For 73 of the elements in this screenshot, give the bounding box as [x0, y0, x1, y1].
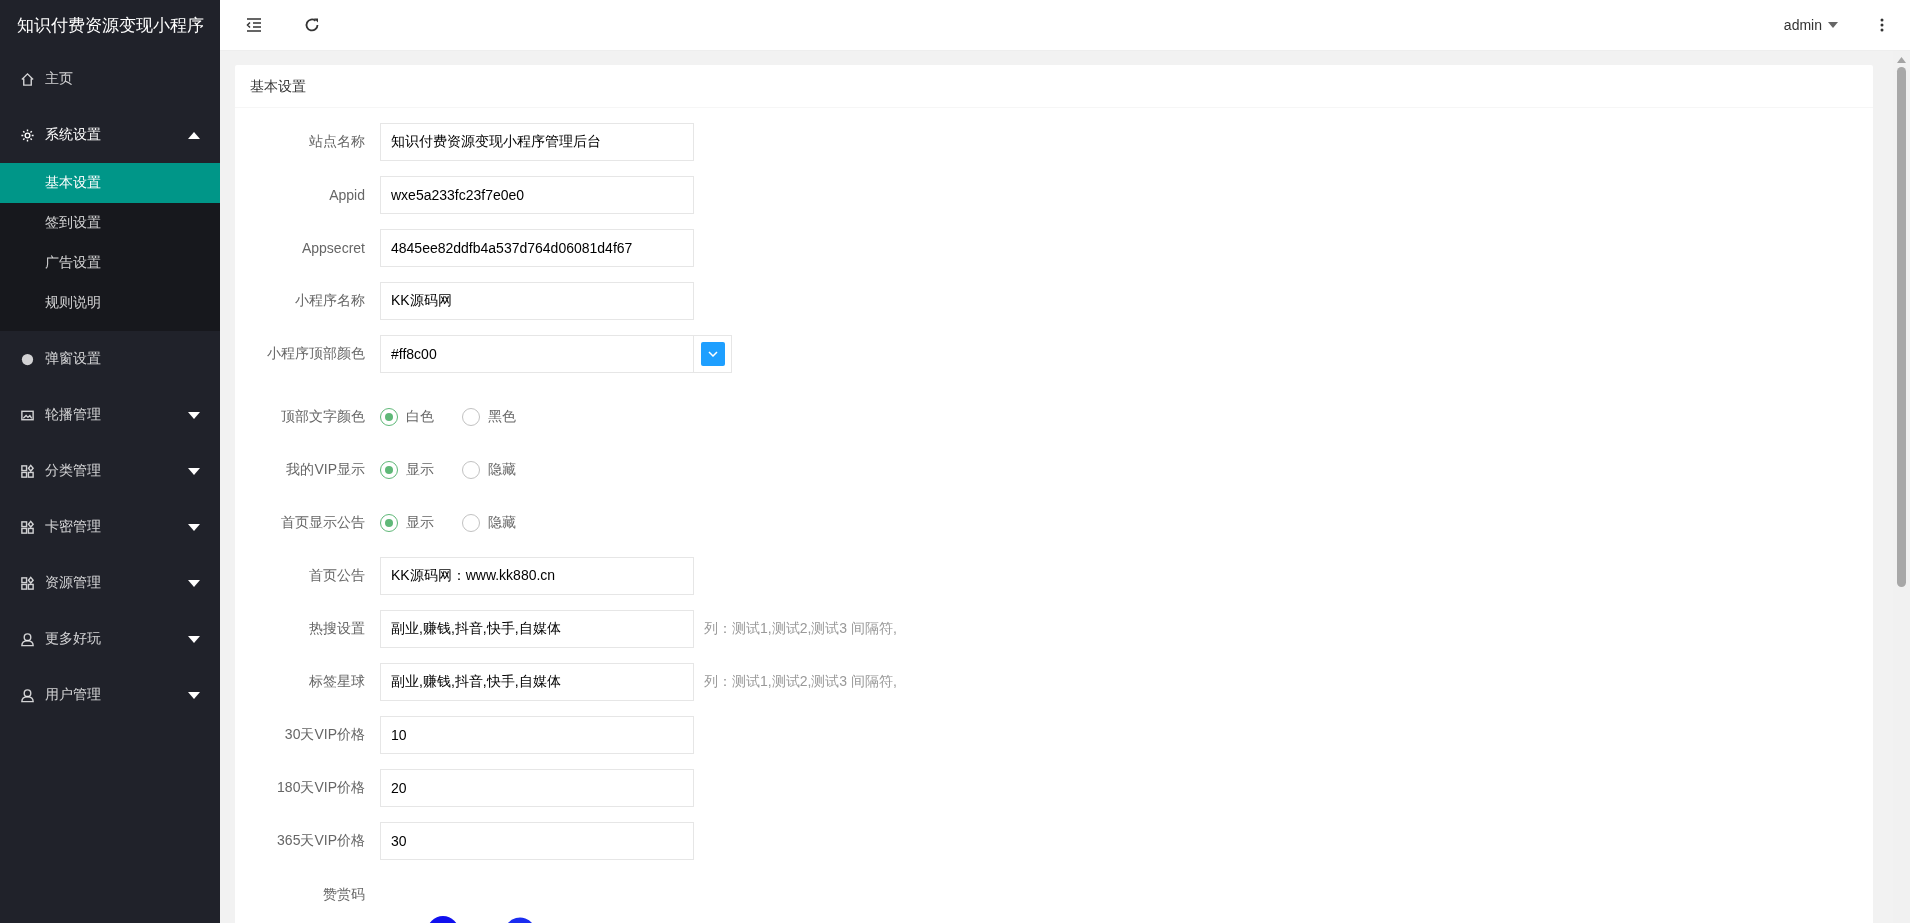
caret-icon	[188, 691, 200, 699]
field-label: 365天VIP价格	[276, 832, 366, 850]
radio-label: 显示	[406, 461, 434, 479]
submenu-item[interactable]: 签到设置	[0, 203, 220, 243]
text-field[interactable]: 知识付费资源变现小程序管理后台	[380, 123, 694, 161]
submenu-item[interactable]: 基本设置	[0, 163, 220, 203]
text-field[interactable]: 副业,赚钱,抖音,快手,自媒体	[380, 610, 694, 648]
sidebar-item[interactable]: 系统设置	[0, 107, 220, 163]
color-picker-button[interactable]	[694, 335, 732, 373]
field-label: 赞赏码	[322, 885, 366, 904]
text-field[interactable]: KK源码网：www.kk880.cn	[380, 557, 694, 595]
sidebar-item[interactable]: 更多好玩	[0, 611, 220, 667]
field-label: 180天VIP价格	[276, 779, 366, 797]
grid-icon	[20, 519, 35, 535]
sidebar-item[interactable]: 轮播管理	[0, 387, 220, 443]
text-field[interactable]: 20	[380, 769, 694, 807]
field-label: 小程序顶部颜色	[266, 345, 366, 363]
chevron-down-icon	[707, 351, 718, 357]
grid-icon	[20, 463, 35, 479]
card-title: 基本设置	[235, 65, 1873, 108]
caret-icon	[1828, 22, 1838, 28]
radio-label: 隐藏	[488, 461, 516, 479]
field-label: 小程序名称	[294, 292, 366, 310]
text-field[interactable]: 副业,赚钱,抖音,快手,自媒体	[380, 663, 694, 701]
text-field[interactable]: 30	[380, 822, 694, 860]
submenu-item[interactable]: 广告设置	[0, 243, 220, 283]
field-label: Appid	[328, 187, 366, 203]
field-label: 顶部文字颜色	[280, 408, 366, 426]
sidebar-item[interactable]: 用户管理	[0, 667, 220, 723]
field-label: 热搜设置	[308, 620, 366, 638]
field-label: 首页公告	[308, 567, 366, 585]
field-label: 标签星球	[308, 673, 366, 691]
caret-icon	[188, 523, 200, 531]
caret-icon	[188, 411, 200, 419]
field-label: Appsecret	[300, 240, 366, 256]
caret-icon	[188, 579, 200, 587]
user-icon	[20, 687, 35, 703]
home-icon	[20, 71, 35, 87]
hint-text: 列：测试1,测试2,测试3 间隔符,	[704, 620, 897, 638]
radio-label: 白色	[406, 408, 434, 426]
menu-collapse-icon	[246, 18, 262, 32]
circle-icon	[20, 351, 35, 367]
field-label: 首页显示公告	[280, 514, 366, 532]
caret-icon	[188, 131, 200, 139]
submenu-item[interactable]: 规则说明	[0, 283, 220, 323]
color-field[interactable]: #ff8c00	[380, 335, 694, 373]
sidebar-item[interactable]: 分类管理	[0, 443, 220, 499]
settings-icon	[20, 127, 35, 143]
refresh-icon	[304, 17, 320, 33]
sidebar-item[interactable]: 资源管理	[0, 555, 220, 611]
field-label: 我的VIP显示	[285, 461, 366, 479]
field-label: 30天VIP价格	[283, 726, 366, 744]
sidebar-item[interactable]: 主页	[0, 51, 220, 107]
field-label: 站点名称	[308, 133, 366, 151]
caret-icon	[188, 467, 200, 475]
hint-text: 列：测试1,测试2,测试3 间隔符,	[704, 673, 897, 691]
caret-icon	[188, 635, 200, 643]
app-title: 知识付费资源变现小程序	[15, 15, 205, 37]
text-field[interactable]: KK源码网	[380, 282, 694, 320]
scroll-up-icon	[1897, 57, 1906, 63]
radio-label: 显示	[406, 514, 434, 532]
text-field[interactable]: 10	[380, 716, 694, 754]
scrollbar-thumb[interactable]	[1897, 67, 1906, 587]
text-field[interactable]: 4845ee82ddfb4a537d764d06081d4f67	[380, 229, 694, 267]
sidebar-item[interactable]: 弹窗设置	[0, 331, 220, 387]
text-field[interactable]: wxe5a233fc23f7e0e0	[380, 176, 694, 214]
radio-label: 黑色	[488, 408, 516, 426]
user-menu-button[interactable]: admin	[1777, 11, 1844, 39]
more-vertical-icon	[1880, 18, 1884, 32]
grid-icon	[20, 575, 35, 591]
radio-label: 隐藏	[488, 514, 516, 532]
user-icon	[20, 631, 35, 647]
sidebar-item[interactable]: 卡密管理	[0, 499, 220, 555]
